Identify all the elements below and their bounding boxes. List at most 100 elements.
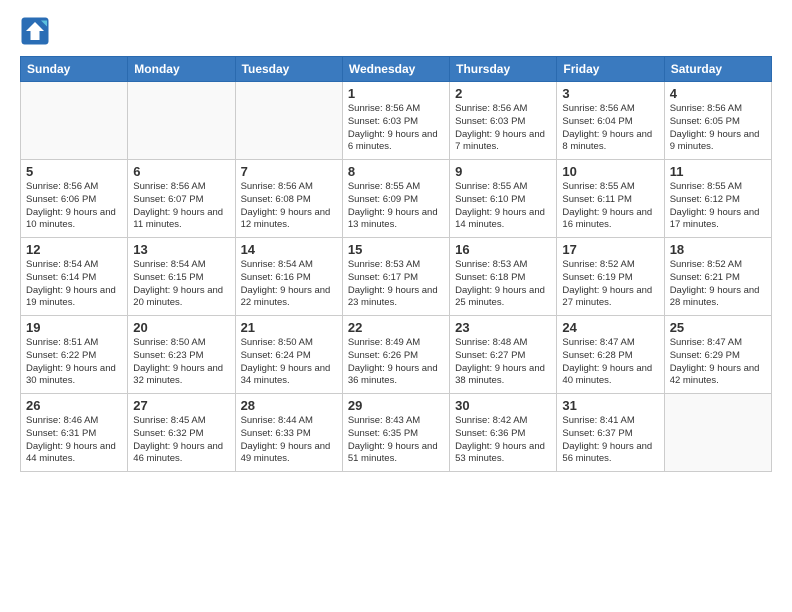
day-info: Sunrise: 8:44 AM Sunset: 6:33 PM Dayligh… [241, 415, 337, 466]
calendar-cell: 8 Sunrise: 8:55 AM Sunset: 6:09 PM Daylig… [342, 160, 449, 238]
day-number: 7 [241, 164, 337, 179]
calendar-cell: 14 Sunrise: 8:54 AM Sunset: 6:16 PM Dayli… [235, 238, 342, 316]
calendar-table: SundayMondayTuesdayWednesdayThursdayFrid… [20, 56, 772, 472]
day-number: 16 [455, 242, 551, 257]
weekday-header-monday: Monday [128, 57, 235, 82]
day-info: Sunrise: 8:56 AM Sunset: 6:04 PM Dayligh… [562, 103, 658, 154]
calendar-cell: 24 Sunrise: 8:47 AM Sunset: 6:28 PM Dayli… [557, 316, 664, 394]
logo [20, 16, 54, 46]
day-number: 28 [241, 398, 337, 413]
header [20, 16, 772, 46]
calendar-cell: 9 Sunrise: 8:55 AM Sunset: 6:10 PM Daylig… [450, 160, 557, 238]
calendar-cell: 30 Sunrise: 8:42 AM Sunset: 6:36 PM Dayli… [450, 394, 557, 472]
day-info: Sunrise: 8:47 AM Sunset: 6:28 PM Dayligh… [562, 337, 658, 388]
calendar-week-row: 26Sunrise: 8:46 AM Sunset: 6:31 PM Dayli… [21, 394, 772, 472]
day-info: Sunrise: 8:42 AM Sunset: 6:36 PM Dayligh… [455, 415, 551, 466]
day-number: 25 [670, 320, 766, 335]
day-info: Sunrise: 8:52 AM Sunset: 6:19 PM Dayligh… [562, 259, 658, 310]
day-number: 21 [241, 320, 337, 335]
page: SundayMondayTuesdayWednesdayThursdayFrid… [0, 0, 792, 612]
calendar-week-row: 12 Sunrise: 8:54 AM Sunset: 6:14 PM Dayli… [21, 238, 772, 316]
day-info: Sunrise: 8:53 AM Sunset: 6:17 PM Dayligh… [348, 259, 444, 310]
calendar-cell: 10 Sunrise: 8:55 AM Sunset: 6:11 PM Dayli… [557, 160, 664, 238]
calendar-week-row: 5Sunrise: 8:56 AM Sunset: 6:06 PM Daylig… [21, 160, 772, 238]
day-number: 29 [348, 398, 444, 413]
weekday-header-thursday: Thursday [450, 57, 557, 82]
day-info: Sunrise: 8:52 AM Sunset: 6:21 PM Dayligh… [670, 259, 766, 310]
day-info: Sunrise: 8:54 AM Sunset: 6:16 PM Dayligh… [241, 259, 337, 310]
day-number: 20 [133, 320, 229, 335]
calendar-cell: 1Sunrise: 8:56 AM Sunset: 6:03 PM Daylig… [342, 82, 449, 160]
weekday-header-friday: Friday [557, 57, 664, 82]
weekday-header-saturday: Saturday [664, 57, 771, 82]
day-info: Sunrise: 8:56 AM Sunset: 6:03 PM Dayligh… [455, 103, 551, 154]
day-info: Sunrise: 8:50 AM Sunset: 6:24 PM Dayligh… [241, 337, 337, 388]
day-info: Sunrise: 8:50 AM Sunset: 6:23 PM Dayligh… [133, 337, 229, 388]
calendar-cell: 26Sunrise: 8:46 AM Sunset: 6:31 PM Dayli… [21, 394, 128, 472]
calendar-cell [235, 82, 342, 160]
calendar-cell: 21 Sunrise: 8:50 AM Sunset: 6:24 PM Dayli… [235, 316, 342, 394]
weekday-header-sunday: Sunday [21, 57, 128, 82]
day-number: 22 [348, 320, 444, 335]
day-info: Sunrise: 8:56 AM Sunset: 6:07 PM Dayligh… [133, 181, 229, 232]
calendar-cell: 4 Sunrise: 8:56 AM Sunset: 6:05 PM Daylig… [664, 82, 771, 160]
day-number: 3 [562, 86, 658, 101]
calendar-week-row: 1Sunrise: 8:56 AM Sunset: 6:03 PM Daylig… [21, 82, 772, 160]
day-info: Sunrise: 8:43 AM Sunset: 6:35 PM Dayligh… [348, 415, 444, 466]
day-number: 14 [241, 242, 337, 257]
weekday-header-tuesday: Tuesday [235, 57, 342, 82]
day-number: 11 [670, 164, 766, 179]
calendar-cell [128, 82, 235, 160]
calendar-cell: 31 Sunrise: 8:41 AM Sunset: 6:37 PM Dayli… [557, 394, 664, 472]
day-info: Sunrise: 8:56 AM Sunset: 6:05 PM Dayligh… [670, 103, 766, 154]
day-info: Sunrise: 8:49 AM Sunset: 6:26 PM Dayligh… [348, 337, 444, 388]
calendar-cell: 18 Sunrise: 8:52 AM Sunset: 6:21 PM Dayli… [664, 238, 771, 316]
day-info: Sunrise: 8:47 AM Sunset: 6:29 PM Dayligh… [670, 337, 766, 388]
day-number: 18 [670, 242, 766, 257]
calendar-cell: 22 Sunrise: 8:49 AM Sunset: 6:26 PM Dayli… [342, 316, 449, 394]
day-number: 24 [562, 320, 658, 335]
day-number: 8 [348, 164, 444, 179]
calendar-cell: 19Sunrise: 8:51 AM Sunset: 6:22 PM Dayli… [21, 316, 128, 394]
day-info: Sunrise: 8:55 AM Sunset: 6:12 PM Dayligh… [670, 181, 766, 232]
calendar-cell: 29 Sunrise: 8:43 AM Sunset: 6:35 PM Dayli… [342, 394, 449, 472]
calendar-cell: 20 Sunrise: 8:50 AM Sunset: 6:23 PM Dayli… [128, 316, 235, 394]
day-number: 10 [562, 164, 658, 179]
day-info: Sunrise: 8:55 AM Sunset: 6:11 PM Dayligh… [562, 181, 658, 232]
calendar-cell: 17Sunrise: 8:52 AM Sunset: 6:19 PM Dayli… [557, 238, 664, 316]
calendar-cell: 5Sunrise: 8:56 AM Sunset: 6:06 PM Daylig… [21, 160, 128, 238]
day-number: 30 [455, 398, 551, 413]
calendar-cell [21, 82, 128, 160]
day-info: Sunrise: 8:55 AM Sunset: 6:09 PM Dayligh… [348, 181, 444, 232]
day-info: Sunrise: 8:48 AM Sunset: 6:27 PM Dayligh… [455, 337, 551, 388]
calendar-cell: 15Sunrise: 8:53 AM Sunset: 6:17 PM Dayli… [342, 238, 449, 316]
calendar-cell: 16 Sunrise: 8:53 AM Sunset: 6:18 PM Dayli… [450, 238, 557, 316]
calendar-cell: 2 Sunrise: 8:56 AM Sunset: 6:03 PM Daylig… [450, 82, 557, 160]
calendar-cell: 11 Sunrise: 8:55 AM Sunset: 6:12 PM Dayli… [664, 160, 771, 238]
calendar-cell: 25 Sunrise: 8:47 AM Sunset: 6:29 PM Dayli… [664, 316, 771, 394]
day-info: Sunrise: 8:56 AM Sunset: 6:08 PM Dayligh… [241, 181, 337, 232]
day-number: 31 [562, 398, 658, 413]
day-info: Sunrise: 8:55 AM Sunset: 6:10 PM Dayligh… [455, 181, 551, 232]
day-info: Sunrise: 8:54 AM Sunset: 6:14 PM Dayligh… [26, 259, 122, 310]
day-number: 6 [133, 164, 229, 179]
day-number: 4 [670, 86, 766, 101]
day-number: 12 [26, 242, 122, 257]
day-number: 23 [455, 320, 551, 335]
day-number: 5 [26, 164, 122, 179]
calendar-cell: 27Sunrise: 8:45 AM Sunset: 6:32 PM Dayli… [128, 394, 235, 472]
day-number: 9 [455, 164, 551, 179]
day-info: Sunrise: 8:45 AM Sunset: 6:32 PM Dayligh… [133, 415, 229, 466]
day-info: Sunrise: 8:56 AM Sunset: 6:03 PM Dayligh… [348, 103, 444, 154]
day-number: 2 [455, 86, 551, 101]
day-info: Sunrise: 8:41 AM Sunset: 6:37 PM Dayligh… [562, 415, 658, 466]
day-info: Sunrise: 8:46 AM Sunset: 6:31 PM Dayligh… [26, 415, 122, 466]
day-number: 19 [26, 320, 122, 335]
calendar-cell: 6 Sunrise: 8:56 AM Sunset: 6:07 PM Daylig… [128, 160, 235, 238]
day-number: 13 [133, 242, 229, 257]
calendar-cell: 28 Sunrise: 8:44 AM Sunset: 6:33 PM Dayli… [235, 394, 342, 472]
calendar-cell: 3 Sunrise: 8:56 AM Sunset: 6:04 PM Daylig… [557, 82, 664, 160]
day-info: Sunrise: 8:53 AM Sunset: 6:18 PM Dayligh… [455, 259, 551, 310]
logo-icon [20, 16, 50, 46]
calendar-week-row: 19Sunrise: 8:51 AM Sunset: 6:22 PM Dayli… [21, 316, 772, 394]
